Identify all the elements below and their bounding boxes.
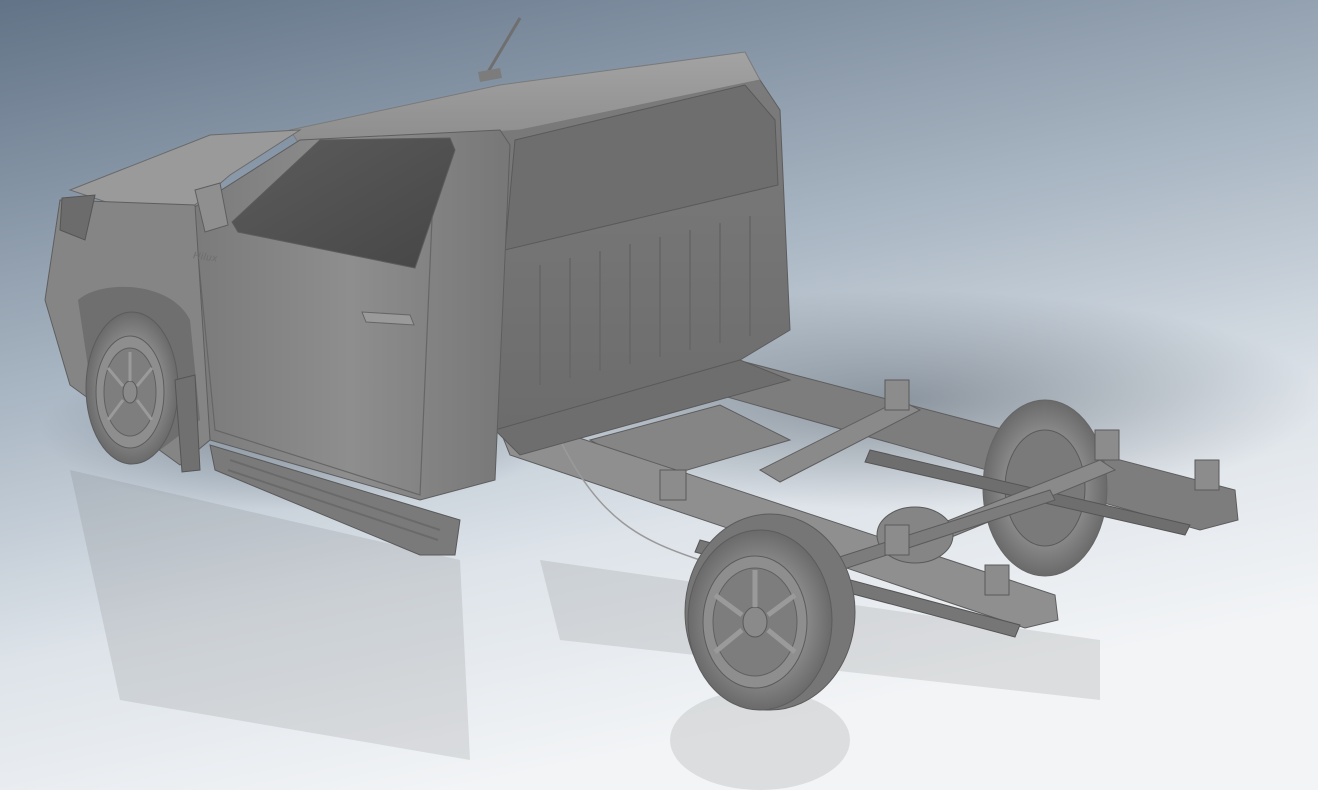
rear-near-wheel	[684, 513, 856, 711]
truck-cab-chassis-render	[0, 0, 1318, 790]
3d-model-viewport[interactable]: Hilux	[0, 0, 1318, 790]
